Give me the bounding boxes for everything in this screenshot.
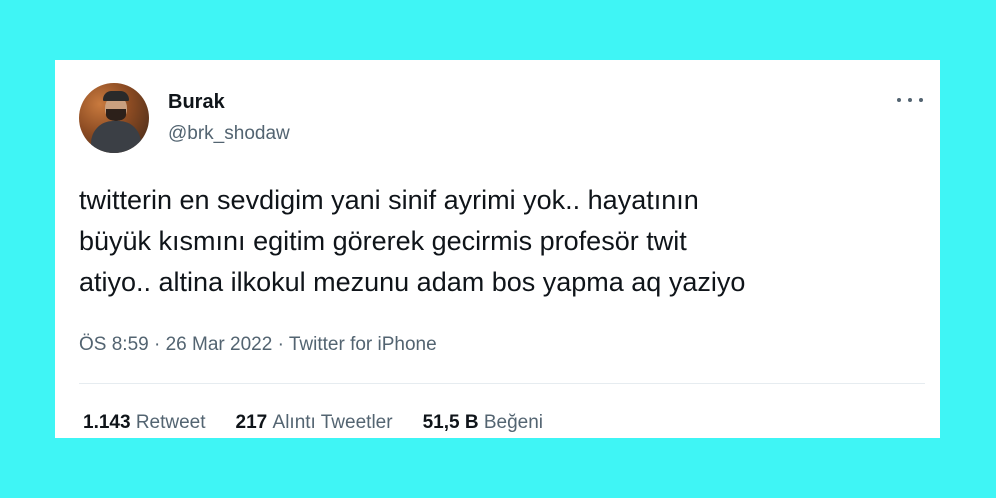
tweet-date[interactable]: 26 Mar 2022 bbox=[166, 334, 273, 355]
quotes-label: Alıntı Tweetler bbox=[272, 412, 393, 433]
tweet-card: Burak @brk_shodaw twitterin en sevdigim … bbox=[55, 60, 940, 438]
user-handle[interactable]: @brk_shodaw bbox=[168, 123, 290, 145]
tweet-time[interactable]: ÖS 8:59 bbox=[79, 334, 149, 355]
more-dot bbox=[908, 98, 912, 102]
likes-stat[interactable]: 51,5 B Beğeni bbox=[423, 412, 543, 434]
more-dot bbox=[897, 98, 901, 102]
more-dot bbox=[919, 98, 923, 102]
more-options-icon[interactable] bbox=[897, 90, 923, 110]
display-name[interactable]: Burak bbox=[168, 91, 225, 114]
avatar[interactable] bbox=[79, 83, 149, 153]
tweet-meta: ÖS 8:59 · 26 Mar 2022 · Twitter for iPho… bbox=[79, 334, 437, 356]
avatar-hat bbox=[103, 91, 129, 101]
meta-separator: · bbox=[154, 334, 166, 355]
avatar-beard bbox=[106, 109, 126, 121]
tweet-source[interactable]: Twitter for iPhone bbox=[289, 334, 437, 355]
retweets-count: 1.143 bbox=[83, 412, 136, 433]
retweets-stat[interactable]: 1.143 Retweet bbox=[83, 412, 206, 434]
tweet-stats: 1.143 Retweet 217 Alıntı Tweetler 51,5 B… bbox=[83, 412, 543, 434]
meta-separator: · bbox=[277, 334, 289, 355]
avatar-body bbox=[91, 121, 141, 153]
likes-count: 51,5 B bbox=[422, 412, 484, 433]
quotes-count: 217 bbox=[235, 412, 273, 433]
quotes-stat[interactable]: 217 Alıntı Tweetler bbox=[236, 412, 393, 434]
retweets-label: Retweet bbox=[135, 412, 206, 433]
likes-label: Beğeni bbox=[483, 412, 543, 433]
tweet-text: twitterin en sevdigim yani sinif ayrimi … bbox=[79, 185, 746, 297]
divider bbox=[79, 383, 925, 384]
